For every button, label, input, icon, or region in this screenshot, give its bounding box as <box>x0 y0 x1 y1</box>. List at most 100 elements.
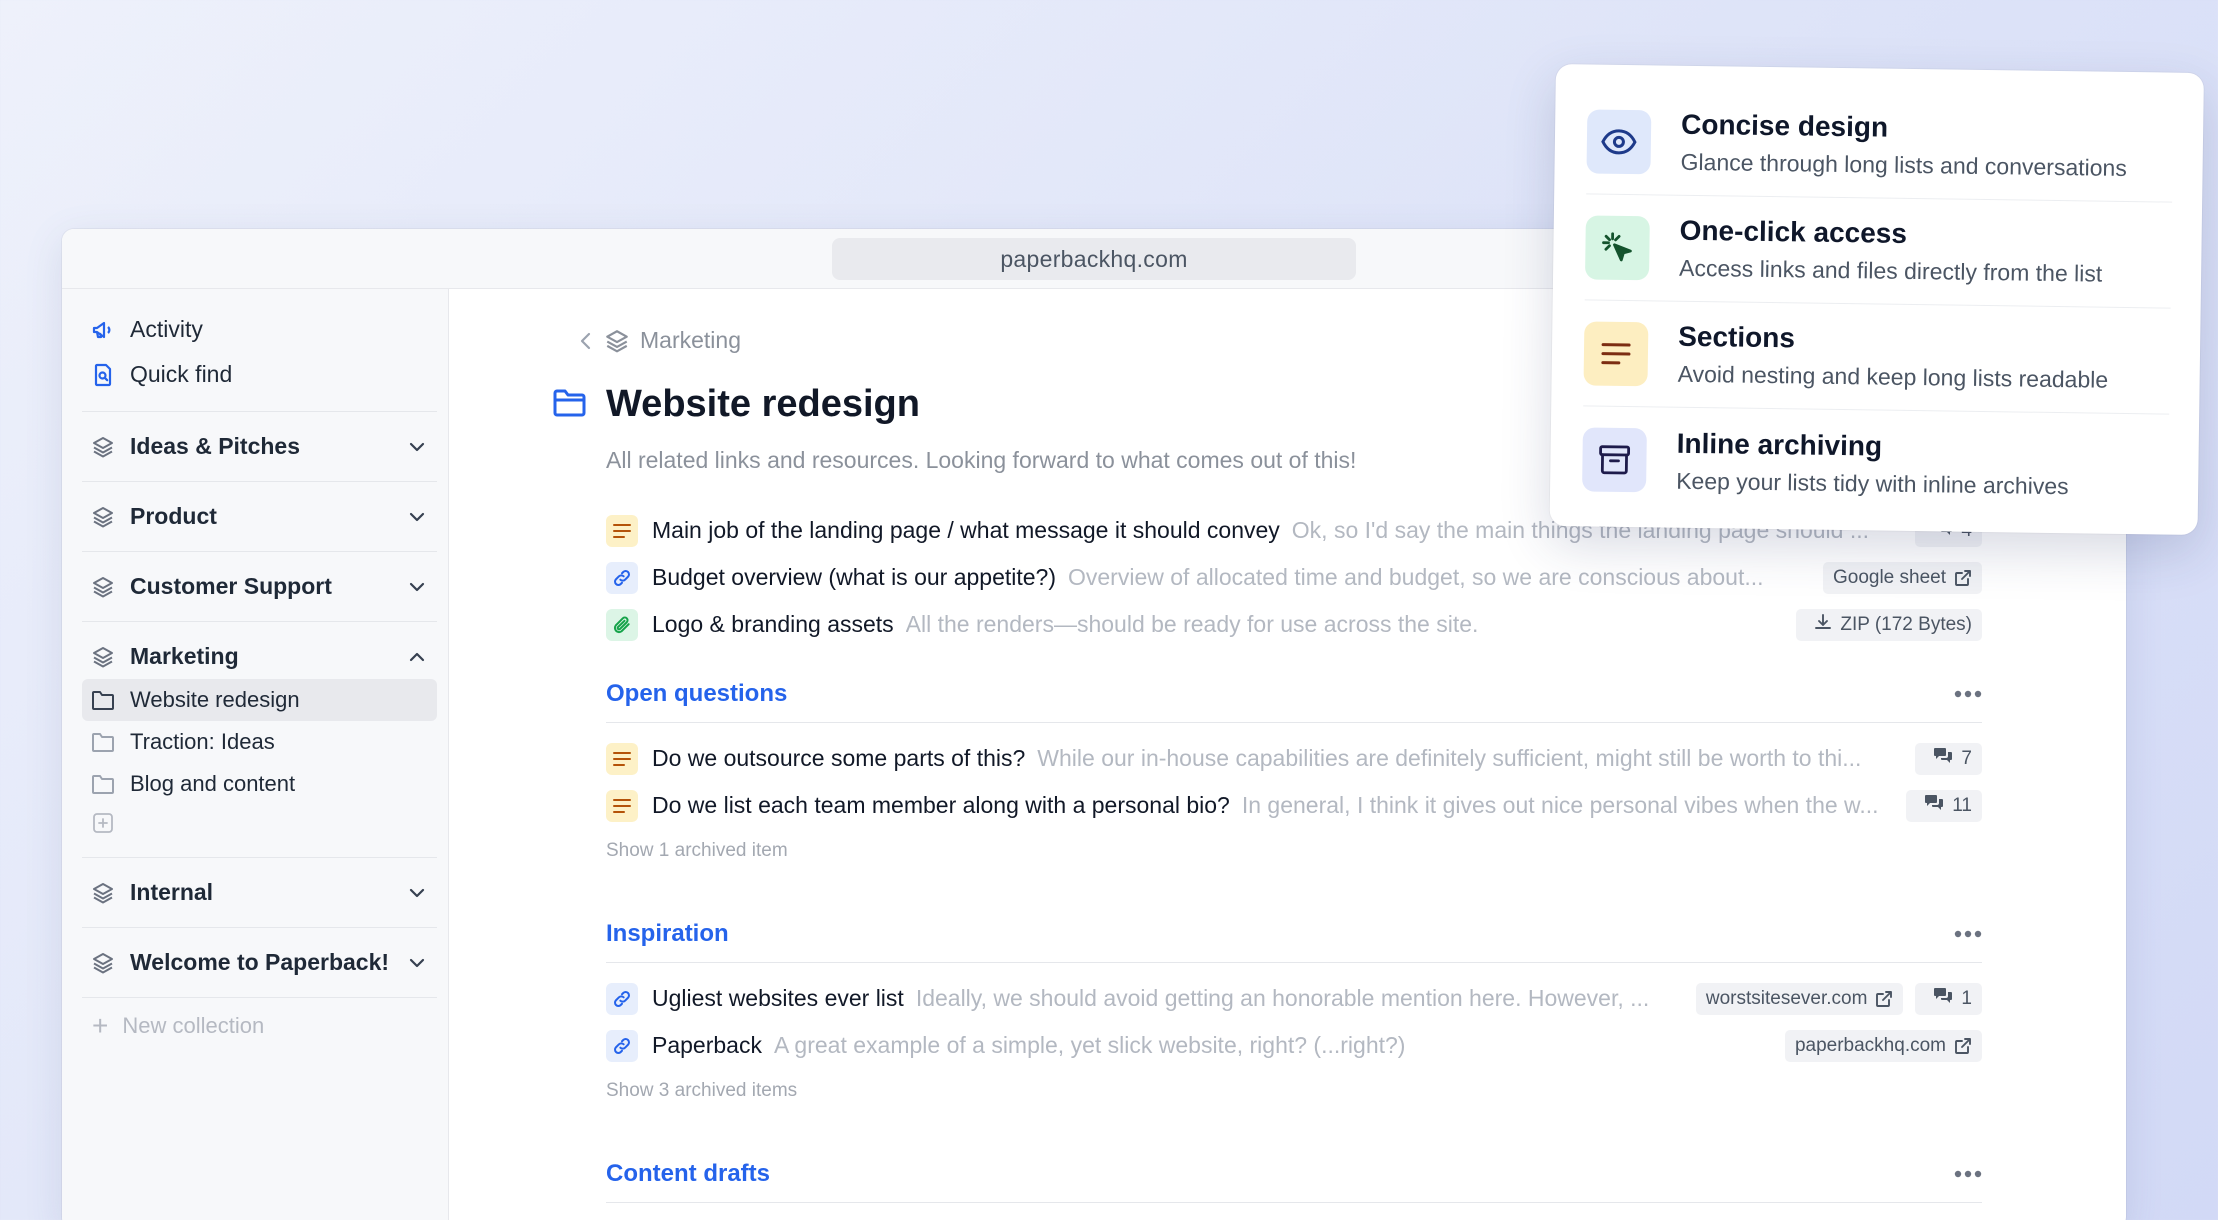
show-archived-link[interactable]: Show 1 archived item <box>606 829 1982 873</box>
comment-count: 11 <box>1952 794 1972 816</box>
collection-header[interactable]: Customer Support <box>82 564 437 609</box>
feature-desc: Glance through long lists and conversati… <box>1680 148 2128 181</box>
item-title: Do we outsource some parts of this? <box>652 745 1026 771</box>
download-icon <box>1806 613 1832 637</box>
list-item[interactable]: Paperback A great example of a simple, y… <box>606 1022 1982 1069</box>
external-link-icon <box>1955 1037 1971 1054</box>
folder-icon <box>90 729 116 755</box>
address-bar[interactable]: paperbackhq.com <box>832 238 1356 280</box>
layers-icon <box>604 328 630 354</box>
note-icon <box>606 789 638 822</box>
sidebar-item-label: Blog and content <box>130 771 296 796</box>
collection-label: Marketing <box>130 643 239 669</box>
external-link-chip[interactable]: Google sheet <box>1822 561 1982 594</box>
section-content-drafts: Content drafts <box>606 1145 1982 1215</box>
show-archived-link[interactable]: Show 3 archived items <box>606 1069 1982 1113</box>
collection-label: Customer Support <box>130 573 332 599</box>
search-file-icon <box>90 362 116 388</box>
chip-label: ZIP (172 Bytes) <box>1840 613 1972 635</box>
more-options-icon[interactable] <box>1942 1170 1982 1178</box>
sidebar-item-blog-content[interactable]: Blog and content <box>82 763 437 805</box>
comment-count-badge[interactable]: 11 <box>1906 789 1982 822</box>
list-item[interactable]: Ugliest websites ever list Ideally, we s… <box>606 975 1982 1022</box>
feature-inline-archiving: Inline archiving Keep your lists tidy wi… <box>1582 406 2169 520</box>
list-item[interactable]: Do we outsource some parts of this? Whil… <box>606 735 1982 782</box>
feature-desc: Access links and files directly from the… <box>1678 254 2103 287</box>
download-chip[interactable]: ZIP (172 Bytes) <box>1796 608 1982 641</box>
more-options-icon[interactable] <box>1942 690 1982 698</box>
item-title: Main job of the landing page / what mess… <box>652 517 1280 543</box>
sidebar-item-label: Website redesign <box>130 687 300 712</box>
note-icon <box>606 514 638 547</box>
layers-icon <box>90 504 116 530</box>
add-folder-button[interactable] <box>82 805 437 845</box>
item-title: Ugliest websites ever list <box>652 985 904 1011</box>
collection-header[interactable]: Welcome to Paperback! <box>82 940 437 985</box>
item-snippet: While our in-house capabilities are defi… <box>1037 745 1862 771</box>
layers-icon <box>90 950 116 976</box>
comments-icon <box>1916 794 1944 818</box>
chevron-down-icon[interactable] <box>405 575 429 599</box>
chevron-down-icon[interactable] <box>405 435 429 459</box>
section-title[interactable]: Open questions <box>606 680 1942 708</box>
feature-desc: Keep your lists tidy with inline archive… <box>1676 467 2069 499</box>
collection-header[interactable]: Ideas & Pitches <box>82 424 437 469</box>
sidebar-item-label: Traction: Ideas <box>130 729 275 754</box>
collection-label: Internal <box>130 879 214 905</box>
plus-square-icon <box>92 812 114 839</box>
item-title: Budget overview (what is our appetite?) <box>652 564 1056 590</box>
external-link-chip[interactable]: worstsitesever.com <box>1695 982 1904 1015</box>
chip-label: Google sheet <box>1832 566 1946 588</box>
breadcrumb[interactable]: Marketing <box>578 327 741 354</box>
chevron-left-icon[interactable] <box>578 330 594 352</box>
sidebar-item-quick-find[interactable]: Quick find <box>82 352 437 397</box>
note-icon <box>606 742 638 775</box>
item-snippet: Ideally, we should avoid getting an hono… <box>915 985 1650 1011</box>
collection-header[interactable]: Marketing <box>82 634 437 679</box>
sidebar-item-activity[interactable]: Activity <box>82 307 437 352</box>
list-item[interactable]: Do we list each team member along with a… <box>606 782 1982 829</box>
plus-icon: + <box>92 1010 109 1041</box>
chevron-down-icon[interactable] <box>405 505 429 529</box>
section-title[interactable]: Content drafts <box>606 1160 1942 1188</box>
folder-open-icon <box>552 387 588 419</box>
layers-icon <box>90 574 116 600</box>
feature-one-click-access: One-click access Access links and files … <box>1584 194 2173 309</box>
external-link-chip[interactable]: paperbackhq.com <box>1784 1029 1982 1062</box>
comment-count: 7 <box>1961 747 1972 769</box>
collection-internal: Internal <box>82 858 437 928</box>
collection-product: Product <box>82 482 437 552</box>
item-title: Do we list each team member along with a… <box>652 792 1230 818</box>
collection-customer-support: Customer Support <box>82 552 437 622</box>
section-header: Open questions <box>606 665 1982 723</box>
chevron-down-icon[interactable] <box>405 951 429 975</box>
more-options-icon[interactable] <box>1942 930 1982 938</box>
chevron-down-icon[interactable] <box>405 881 429 905</box>
lines-icon <box>1583 320 1649 386</box>
page-title-text: Website redesign <box>606 383 920 425</box>
sidebar-item-traction-ideas[interactable]: Traction: Ideas <box>82 721 437 763</box>
sidebar-item-website-redesign[interactable]: Website redesign <box>82 679 437 721</box>
section-inspiration: Inspiration Ugliest websites ever list I… <box>606 905 1982 1113</box>
list-item[interactable]: Logo & branding assets All the renders—s… <box>606 601 1982 648</box>
layers-icon <box>90 434 116 460</box>
collection-header[interactable]: Product <box>82 494 437 539</box>
chevron-up-icon[interactable] <box>405 645 429 669</box>
collection-label: Product <box>130 503 217 529</box>
section-title[interactable]: Inspiration <box>606 920 1942 948</box>
page-title: Website redesign <box>553 383 920 426</box>
features-card: Concise design Glance through long lists… <box>1549 64 2204 536</box>
comment-count: 1 <box>1961 987 1972 1009</box>
item-snippet: Overview of allocated time and budget, s… <box>1068 564 1764 590</box>
list-item[interactable]: Budget overview (what is our appetite?) … <box>606 554 1982 601</box>
collection-header[interactable]: Internal <box>82 870 437 915</box>
chip-label: worstsitesever.com <box>1705 987 1868 1009</box>
new-collection-button[interactable]: + New collection <box>82 998 437 1054</box>
link-icon <box>606 1029 638 1062</box>
link-icon <box>606 561 638 594</box>
item-snippet: A great example of a simple, yet slick w… <box>773 1032 1406 1058</box>
comment-count-badge[interactable]: 1 <box>1915 982 1982 1015</box>
comment-count-badge[interactable]: 7 <box>1915 742 1982 775</box>
link-icon <box>606 982 638 1015</box>
comments-icon <box>1925 747 1953 771</box>
